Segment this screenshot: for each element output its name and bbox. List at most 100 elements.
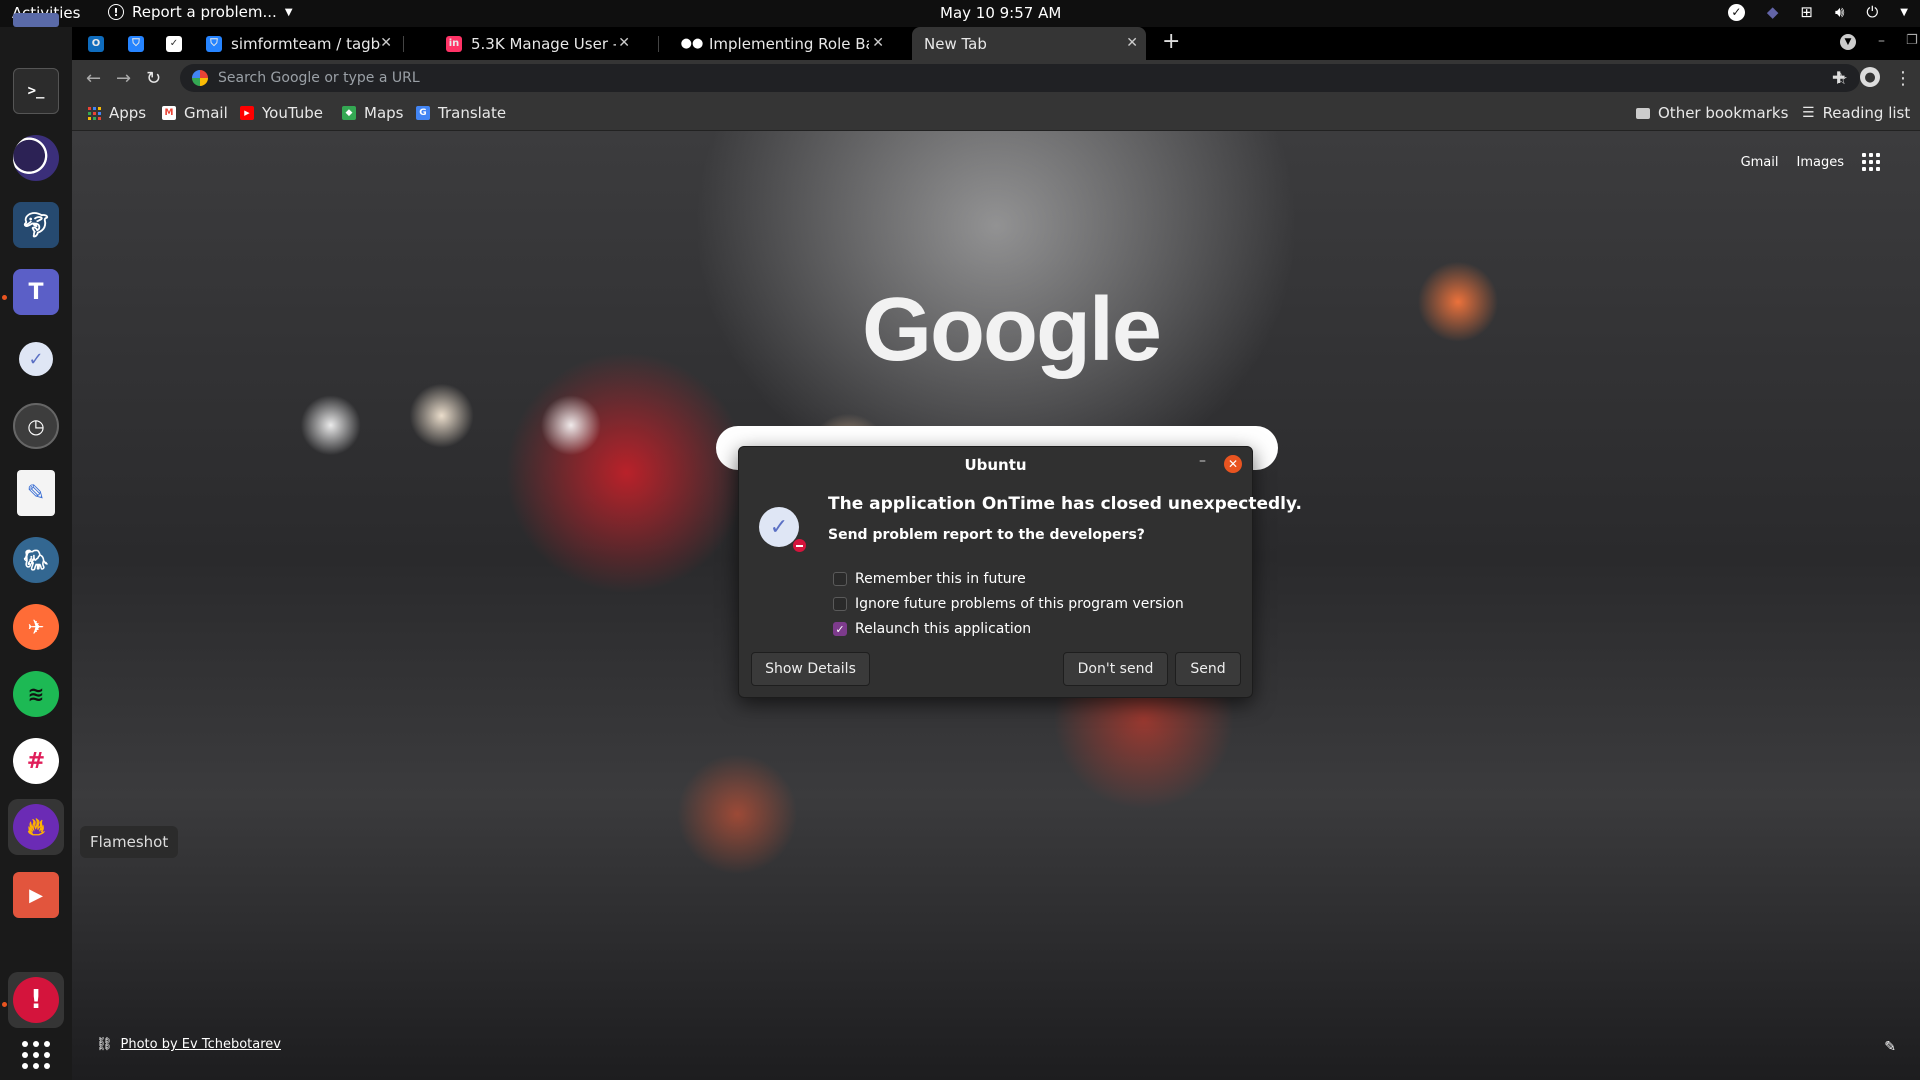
minimize-window-icon[interactable]: – — [1878, 33, 1885, 49]
address-bar[interactable]: Search Google or type a URL ☆ — [180, 64, 1860, 92]
flameshot-icon: 🔥︎ — [13, 804, 59, 850]
dock-item-flameshot[interactable]: 🔥︎ — [8, 799, 64, 855]
show-details-button[interactable]: Show Details — [751, 652, 870, 686]
slack-icon: # — [13, 738, 59, 784]
error-badge-icon — [793, 539, 806, 552]
checkbox-label: Remember this in future — [855, 571, 1026, 587]
dock-item-report-problem[interactable]: ! — [8, 972, 64, 1028]
close-tab-icon[interactable]: ✕ — [872, 35, 884, 51]
network-icon[interactable]: ⊞ — [1800, 3, 1813, 21]
bookmark-translate[interactable]: G Translate — [416, 104, 506, 122]
dock-item-spotify[interactable]: ≋ — [8, 666, 64, 722]
outlook-icon: O — [88, 35, 104, 52]
tab-strip: O ⛉ ✓ ⛉ simformteam / tagb-micr ✕ in 5.3… — [72, 27, 1920, 60]
reload-icon[interactable]: ↻ — [146, 68, 161, 89]
photo-credit[interactable]: ⛓ Photo by Ev Tchebotarev — [96, 1037, 281, 1052]
checkbox-unchecked[interactable] — [833, 597, 847, 611]
bookmark-label: Apps — [109, 104, 147, 122]
close-icon[interactable]: ✕ — [1224, 455, 1242, 473]
images-link[interactable]: Images — [1797, 155, 1845, 170]
dock-item-text-editor[interactable]: ✎ — [8, 465, 64, 521]
link-icon: ⛓ — [96, 1037, 113, 1052]
dock-item-mysql-workbench[interactable]: 🐬︎ — [8, 197, 64, 253]
customize-pencil-icon[interactable]: ✎ — [1884, 1039, 1896, 1055]
video-camera-icon: ▶ — [13, 872, 59, 918]
volume-icon[interactable]: 🔊︎ — [1835, 3, 1844, 21]
dock-item-slack[interactable]: # — [8, 733, 64, 789]
dock-item-ontime[interactable]: ✓ — [8, 331, 64, 387]
dolphin-icon: 🐬︎ — [13, 202, 59, 248]
checklist-icon: ✓ — [166, 35, 182, 52]
teams-tray-icon[interactable]: ◆ — [1767, 3, 1779, 21]
clock[interactable]: May 10 9:57 AM — [940, 4, 1061, 22]
bookmark-label: Translate — [438, 104, 507, 122]
dock-item-screen-recorder[interactable]: ▶ — [8, 867, 64, 923]
tab-medium-article[interactable]: ●● Implementing Role Based ✕ — [681, 27, 892, 60]
tab-bitbucket-repo[interactable]: ⛉ simformteam / tagb-micr ✕ — [206, 27, 400, 60]
dock: >_ 🐬︎ T ✓ ◷ ✎ 🐘︎ ✈ ≋ # 🔥︎ ▶ ! — [0, 13, 72, 1080]
other-bookmarks[interactable]: Other bookmarks — [1636, 104, 1788, 122]
power-icon[interactable]: ⏻ — [1866, 3, 1878, 21]
checkbox-unchecked[interactable] — [833, 572, 847, 586]
relaunch-checkbox[interactable]: ✓ Relaunch this application — [833, 621, 1031, 637]
minimize-icon[interactable]: – — [1199, 453, 1206, 469]
tab-pinned-checklist[interactable]: ✓ — [166, 27, 192, 60]
browser-toolbar: ← → ↻ Search Google or type a URL ☆ ✚ ● … — [72, 60, 1920, 96]
gmail-link[interactable]: Gmail — [1741, 155, 1779, 170]
tab-pinned-bitbucket[interactable]: ⛉ — [128, 27, 154, 60]
report-problem-icon: ! — [13, 977, 59, 1023]
reading-list[interactable]: ☰ Reading list — [1802, 104, 1910, 122]
photo-credit-link[interactable]: Photo by Ev Tchebotarev — [121, 1037, 281, 1052]
dont-send-button[interactable]: Don't send — [1063, 652, 1168, 686]
tab-invision[interactable]: in 5.3K Manage User -Permis ✕ — [446, 27, 638, 60]
dock-item-partial[interactable] — [8, 7, 64, 33]
apps-grid-icon — [22, 1041, 50, 1069]
text-editor-icon: ✎ — [17, 470, 55, 516]
ontime-app-icon: ✓ — [759, 507, 799, 547]
bookmark-gmail[interactable]: M Gmail — [162, 104, 228, 122]
ntp-top-links: Gmail Images — [1741, 153, 1880, 171]
remember-checkbox[interactable]: Remember this in future — [833, 571, 1026, 587]
tab-new-tab[interactable]: New Tab ✕ — [912, 27, 1146, 60]
tab-search-icon[interactable]: ▼ — [1840, 34, 1856, 50]
invision-icon: in — [446, 35, 462, 52]
gmail-icon: M — [162, 106, 176, 120]
close-tab-icon[interactable]: ✕ — [618, 35, 630, 51]
bookmark-label: Maps — [364, 104, 404, 122]
folder-icon — [1636, 107, 1650, 119]
chevron-down-icon[interactable]: ▼ — [1900, 7, 1908, 18]
bookmark-apps[interactable]: Apps — [88, 104, 146, 122]
dock-item-teams[interactable]: T — [8, 264, 64, 320]
forward-arrow-icon[interactable]: → — [116, 68, 131, 89]
postman-icon: ✈ — [13, 604, 59, 650]
close-tab-icon[interactable]: ✕ — [380, 35, 392, 51]
dialog-subheading: Send problem report to the developers? — [828, 527, 1145, 543]
dock-item-pgadmin[interactable]: 🐘︎ — [8, 532, 64, 588]
more-menu-icon[interactable]: ⋮ — [1894, 68, 1912, 89]
tab-title: 5.3K Manage User -Permis — [471, 34, 616, 53]
profile-avatar-icon[interactable]: ● — [1860, 67, 1880, 87]
bookmark-youtube[interactable]: ▶ YouTube — [240, 104, 323, 122]
send-button[interactable]: Send — [1175, 652, 1241, 686]
dock-item-clock[interactable]: ◷ — [8, 398, 64, 454]
tab-pinned-outlook[interactable]: O — [88, 27, 114, 60]
system-tray[interactable]: ✓ ◆ ⊞ 🔊︎ ⏻ ▼ — [1727, 3, 1908, 21]
checkmark-icon[interactable]: ✓ — [1727, 3, 1745, 21]
ontime-icon: ✓ — [19, 342, 53, 376]
checkmark-icon[interactable]: ✓ — [833, 622, 847, 636]
google-apps-icon[interactable] — [1862, 153, 1880, 171]
show-applications-button[interactable] — [8, 1027, 64, 1080]
app-menu[interactable]: ! Report a problem... ▼ — [108, 3, 293, 21]
dock-item-eclipse[interactable] — [8, 130, 64, 186]
ignore-future-checkbox[interactable]: Ignore future problems of this program v… — [833, 596, 1184, 612]
restore-window-icon[interactable]: ❐ — [1906, 33, 1918, 48]
back-arrow-icon[interactable]: ← — [86, 68, 101, 89]
close-tab-icon[interactable]: ✕ — [1126, 35, 1138, 51]
report-problem-icon: ! — [108, 4, 124, 20]
extensions-puzzle-icon[interactable]: ✚ — [1832, 68, 1845, 87]
bookmark-maps[interactable]: ◆ Maps — [342, 104, 403, 122]
bookmark-label: Gmail — [184, 104, 228, 122]
dock-item-postman[interactable]: ✈ — [8, 599, 64, 655]
dock-item-terminal[interactable]: >_ — [8, 63, 64, 119]
new-tab-button[interactable]: + — [1162, 29, 1180, 54]
